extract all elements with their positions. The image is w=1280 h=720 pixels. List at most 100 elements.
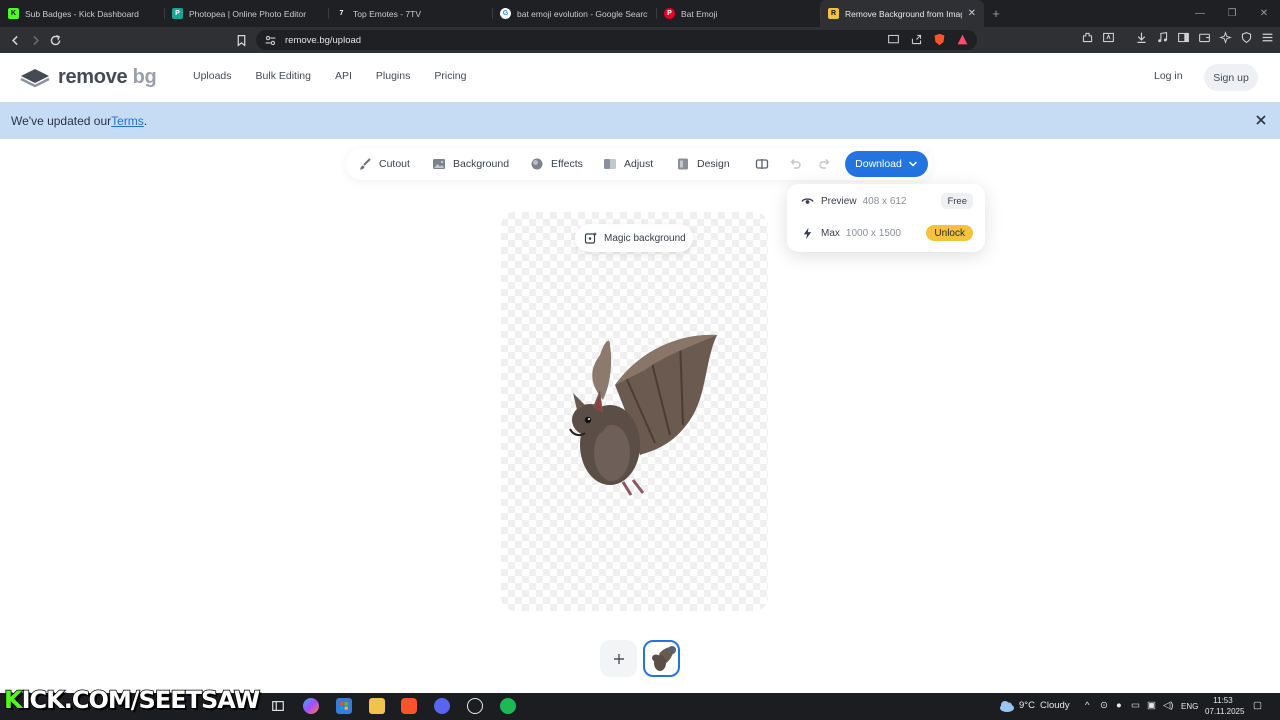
close-banner-icon[interactable]	[1254, 113, 1268, 127]
add-image-button[interactable]	[600, 640, 637, 677]
browser-toolbar: remove.bg/upload	[0, 27, 1280, 53]
bookmark-icon[interactable]	[231, 30, 251, 50]
brush-icon	[360, 158, 371, 170]
window-controls: — ❐ ✕	[1184, 0, 1280, 27]
effects-icon	[531, 158, 543, 170]
new-tab-button[interactable]: +	[984, 0, 1008, 27]
downloads-icon[interactable]	[1135, 31, 1148, 44]
plus-icon	[613, 653, 624, 664]
site-info-icon[interactable]	[264, 34, 277, 47]
tool-effects[interactable]: Effects	[530, 157, 583, 171]
discord-icon[interactable]	[434, 698, 450, 714]
download-button[interactable]: Download	[845, 151, 928, 177]
browser-tab[interactable]: K Sub Badges - Kick Dashboard	[0, 0, 164, 27]
translate-icon[interactable]	[1102, 31, 1115, 44]
terms-link[interactable]: Terms	[111, 114, 144, 128]
browser-tab[interactable]: P Bat Emoji	[656, 0, 820, 27]
store-icon[interactable]	[336, 698, 352, 714]
browser-tab[interactable]: 7 Top Emotes - 7TV	[328, 0, 492, 27]
tool-label: Effects	[551, 158, 583, 170]
tool-label: Cutout	[379, 158, 410, 170]
leo-ai-icon[interactable]	[1219, 31, 1232, 44]
obs-icon[interactable]	[467, 698, 483, 714]
chevron-down-icon	[908, 161, 917, 167]
clock[interactable]: 11:53 07.11.2025	[1205, 695, 1244, 717]
microphone-icon[interactable]: ●	[1116, 700, 1122, 711]
tab-title: Photopea | Online Photo Editor	[189, 8, 307, 19]
removebg-logo[interactable]: remove bg	[20, 66, 157, 89]
browser-tab[interactable]: P Photopea | Online Photo Editor	[164, 0, 328, 27]
url-text: remove.bg/upload	[285, 34, 362, 46]
notifications-icon[interactable]: ▢	[1253, 700, 1262, 711]
undo-icon[interactable]	[788, 157, 802, 171]
spotify-icon[interactable]	[500, 698, 516, 714]
weather-temp: 9°C	[1019, 700, 1035, 711]
file-explorer-icon[interactable]	[369, 698, 385, 714]
window-close-icon[interactable]: ✕	[1248, 8, 1280, 19]
magic-wand-icon	[584, 232, 597, 244]
nav-plugins[interactable]: Plugins	[364, 70, 422, 82]
back-icon[interactable]	[5, 30, 25, 50]
tray-app-icon[interactable]: ⊙	[1100, 700, 1108, 711]
tab-title: Top Emotes - 7TV	[353, 8, 422, 19]
browser-tab[interactable]: G bat emoji evolution - Google Search	[492, 0, 656, 27]
address-bar[interactable]: remove.bg/upload	[256, 30, 977, 50]
redo-icon[interactable]	[818, 157, 832, 171]
restore-icon[interactable]: ❐	[1216, 8, 1248, 19]
tray-chevron-up-icon[interactable]: ^	[1085, 700, 1089, 711]
brave-shield-icon[interactable]	[933, 33, 946, 46]
camera-icon[interactable]: ▭	[1131, 700, 1140, 711]
overlay-rest: ICK.COM/SEETSAW	[21, 685, 261, 715]
tool-cutout[interactable]: Cutout	[358, 157, 410, 171]
tool-design[interactable]: Design	[676, 157, 730, 171]
free-badge: Free	[941, 193, 973, 209]
nav-api[interactable]: API	[323, 70, 364, 82]
tool-background[interactable]: Background	[432, 157, 509, 171]
vpn-shield-icon[interactable]	[1240, 31, 1253, 44]
adjust-icon	[604, 159, 616, 169]
close-tab-icon[interactable]: ✕	[968, 8, 976, 19]
banner-prefix: We've updated our	[11, 113, 112, 128]
browser-tab-strip: K Sub Badges - Kick Dashboard P Photopea…	[0, 0, 1280, 27]
sidebar-icon[interactable]	[1177, 31, 1190, 44]
download-max-option[interactable]: Max 1000 x 1500 Unlock	[801, 224, 973, 242]
removebg-favicon-icon: R	[828, 8, 839, 19]
lightning-icon	[803, 227, 812, 239]
compare-icon[interactable]	[755, 157, 769, 171]
music-icon[interactable]	[1156, 31, 1169, 44]
tab-title: bat emoji evolution - Google Search	[517, 8, 648, 19]
reload-icon[interactable]	[45, 30, 65, 50]
language-indicator[interactable]: ENG	[1181, 702, 1198, 711]
nav-bulk-editing[interactable]: Bulk Editing	[244, 70, 323, 82]
tool-adjust[interactable]: Adjust	[603, 157, 653, 171]
nav-pricing[interactable]: Pricing	[422, 70, 478, 82]
login-link[interactable]: Log in	[1154, 70, 1183, 82]
volume-icon[interactable]: ◁)	[1163, 700, 1173, 711]
menu-icon[interactable]	[1261, 31, 1274, 44]
minimize-icon[interactable]: —	[1184, 8, 1216, 19]
main-nav: Uploads Bulk Editing API Plugins Pricing	[181, 70, 478, 82]
signup-button[interactable]: Sign up	[1204, 64, 1258, 91]
forward-icon[interactable]	[25, 30, 45, 50]
browser-tab-active[interactable]: R Remove Background from Image ✕	[820, 0, 984, 27]
network-icon[interactable]: ▣	[1147, 700, 1156, 711]
task-view-icon[interactable]	[270, 698, 286, 714]
tool-label: Background	[453, 158, 510, 170]
tool-label: Design	[697, 158, 730, 170]
copilot-icon[interactable]	[303, 698, 319, 714]
wallet-icon[interactable]	[1198, 31, 1211, 44]
clock-time: 11:53	[1213, 696, 1233, 705]
cloudy-weather-icon	[998, 699, 1016, 713]
unlock-badge[interactable]: Unlock	[926, 225, 973, 241]
stream-overlay-text: KICK.COM/SEETSAW	[3, 685, 261, 715]
brave-rewards-icon[interactable]	[956, 33, 969, 46]
magic-background-button[interactable]: Magic background	[575, 224, 693, 252]
download-preview-option[interactable]: Preview 408 x 612 Free	[801, 192, 973, 210]
brave-browser-icon[interactable]	[401, 698, 417, 714]
share-icon[interactable]	[910, 33, 923, 46]
max-label: Max	[821, 227, 840, 239]
cast-icon[interactable]	[887, 33, 900, 46]
nav-uploads[interactable]: Uploads	[181, 70, 244, 82]
image-thumbnail[interactable]	[643, 640, 680, 677]
extensions-icon[interactable]	[1081, 31, 1094, 44]
